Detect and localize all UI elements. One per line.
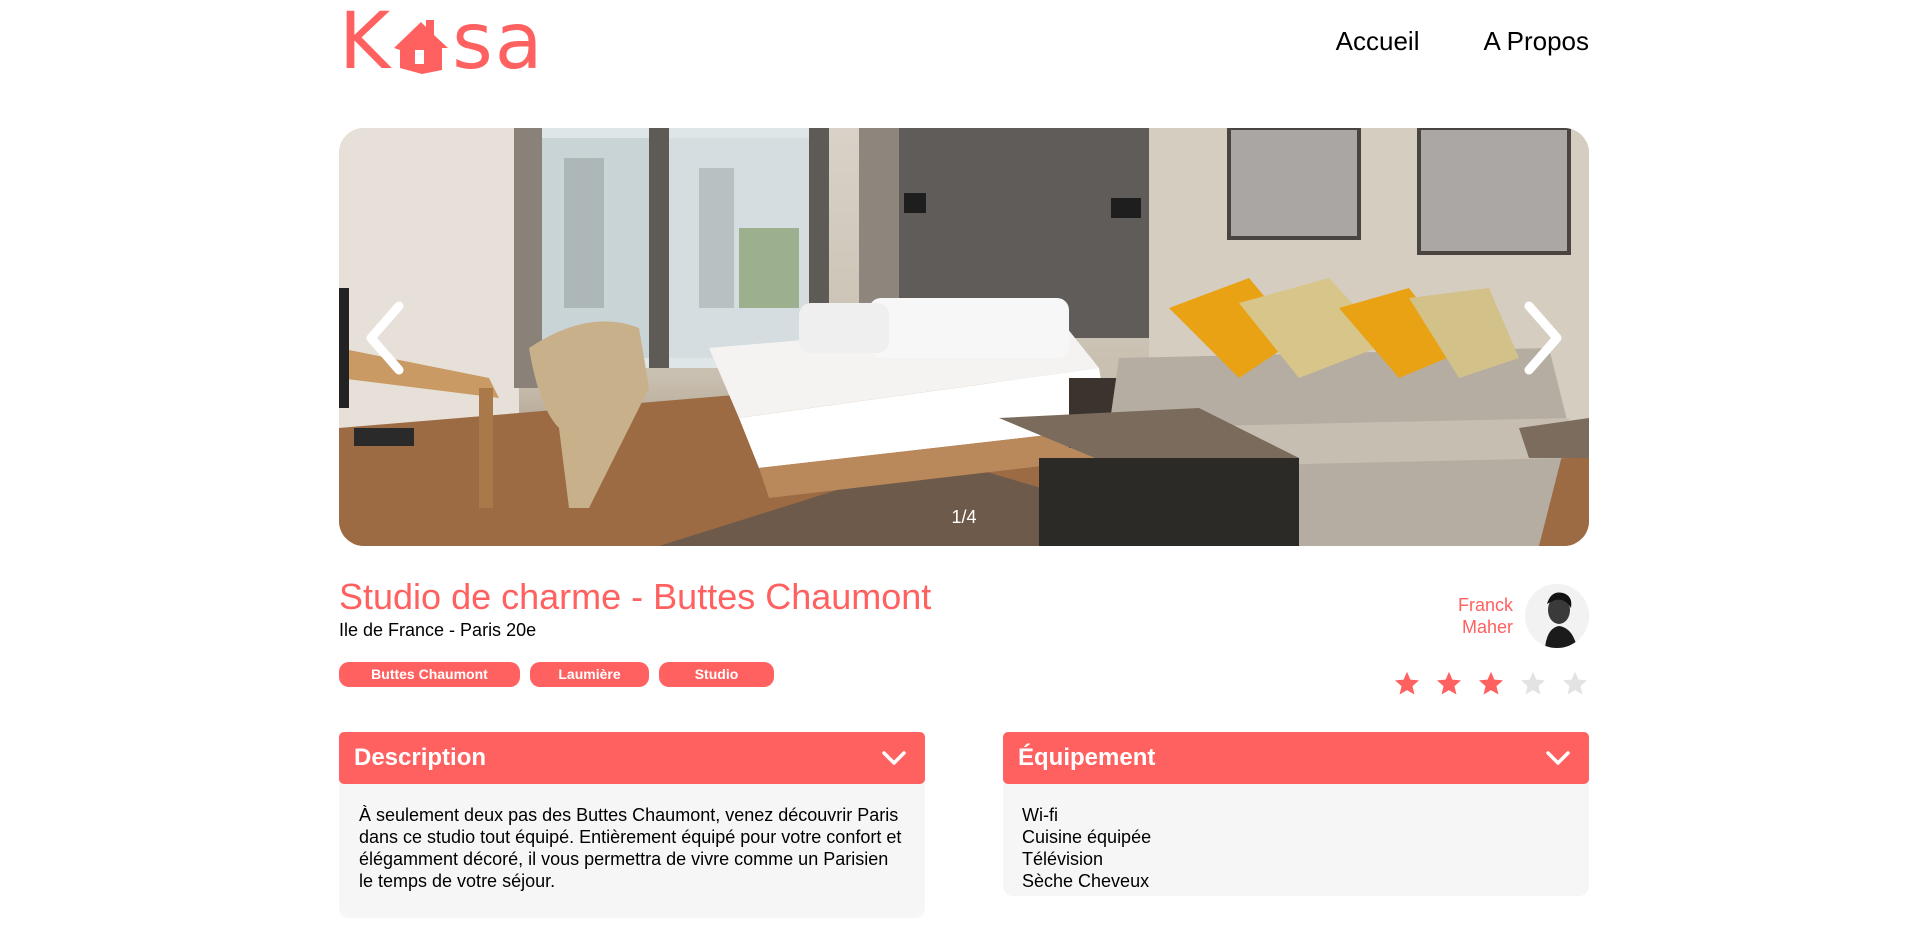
tag: Buttes Chaumont [339, 662, 520, 687]
photo-carousel: 1/4 [339, 128, 1589, 546]
host-last-name: Maher [1461, 617, 1513, 637]
host-name: Franck Maher [1458, 594, 1513, 638]
listing-location: Ile de France - Paris 20e [339, 620, 537, 640]
tag: Studio [659, 662, 774, 687]
equipment-list: Wi-fi Cuisine équipée Télévision Sèche C… [1022, 804, 1569, 892]
kasa-logo[interactable]: K sa [339, 0, 545, 87]
host: Franck Maher [1458, 584, 1589, 648]
list-item: Wi-fi [1022, 805, 1058, 825]
list-item: Télévision [1022, 849, 1104, 869]
page: K sa Accueil A Propos 1/4 Studio de char… [339, 0, 1589, 918]
logo-letter-k: K [339, 0, 393, 87]
list-item: Sèche Cheveux [1022, 871, 1150, 891]
star-icon [1562, 671, 1588, 695]
equipment-toggle[interactable]: Équipement [1003, 732, 1589, 784]
chevron-right-icon[interactable] [1511, 298, 1571, 378]
equipment-body: Wi-fi Cuisine équipée Télévision Sèche C… [1003, 780, 1589, 896]
star-icon [1394, 671, 1420, 695]
house-icon [394, 20, 449, 74]
description-text: À seulement deux pas des Buttes Chaumont… [359, 805, 902, 891]
image-counter: 1/4 [951, 507, 977, 527]
tag: Laumière [530, 662, 649, 687]
logo-letters-sa: sa [452, 0, 545, 87]
chevron-down-icon[interactable] [1545, 750, 1571, 766]
chevron-down-icon[interactable] [881, 750, 907, 766]
star-icon [1478, 671, 1504, 695]
list-item: Cuisine équipée [1022, 827, 1152, 847]
listing-title: Studio de charme - Buttes Chaumont [339, 576, 932, 617]
equipment-title: Équipement [1018, 744, 1156, 771]
tag-list: Buttes Chaumont Laumière Studio [339, 662, 774, 687]
description-toggle[interactable]: Description [339, 732, 925, 784]
equipment-collapse: Équipement Wi-fi Cuisine équipée Télévis… [1003, 732, 1589, 896]
header: K sa Accueil A Propos [339, 0, 1589, 104]
listing-photo [339, 128, 1589, 546]
listing-info: Studio de charme - Buttes Chaumont Ile d… [339, 576, 1589, 706]
description-title: Description [354, 744, 487, 771]
star-icon [1436, 671, 1462, 695]
main-nav: Accueil A Propos [1336, 26, 1589, 57]
rating [1393, 670, 1589, 698]
avatar [1525, 584, 1589, 648]
description-body: À seulement deux pas des Buttes Chaumont… [339, 780, 925, 918]
nav-link-a-propos[interactable]: A Propos [1483, 26, 1589, 57]
description-collapse: Description À seulement deux pas des But… [339, 732, 925, 918]
nav-link-accueil[interactable]: Accueil [1336, 26, 1420, 57]
host-first-name: Franck [1457, 595, 1513, 615]
chevron-left-icon[interactable] [357, 298, 417, 378]
star-icon [1520, 671, 1546, 695]
